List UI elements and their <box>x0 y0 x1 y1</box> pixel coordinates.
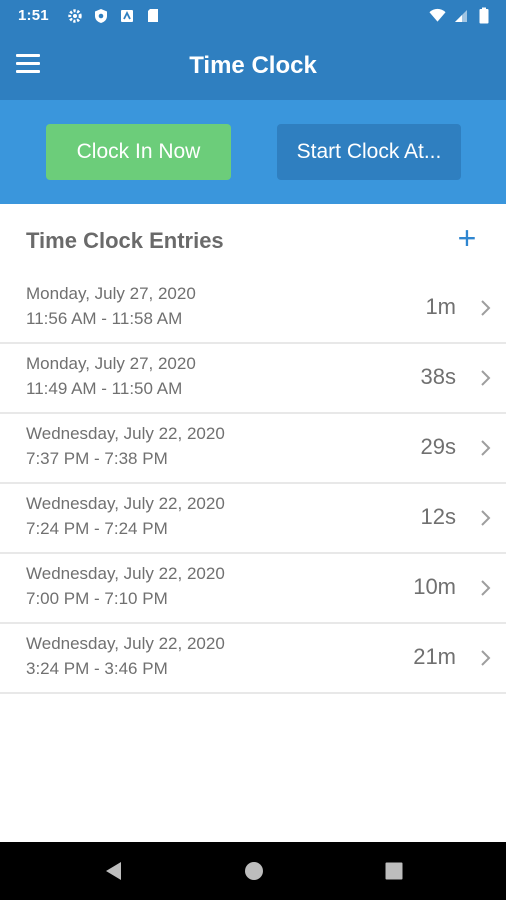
home-icon[interactable] <box>242 860 266 882</box>
chevron-right-icon <box>481 300 491 316</box>
signal-icon <box>452 7 469 24</box>
list-item[interactable]: Wednesday, July 22, 2020 7:24 PM - 7:24 … <box>0 484 506 554</box>
entry-time-range: 7:24 PM - 7:24 PM <box>26 519 168 538</box>
entry-duration: 21m <box>413 644 456 669</box>
chevron-right-icon <box>481 510 491 526</box>
chevron-right-icon <box>481 370 491 386</box>
entry-duration: 12s <box>420 504 456 529</box>
notification-icon <box>118 7 135 24</box>
action-band: Clock In Now Start Clock At... <box>0 100 506 204</box>
sd-card-icon <box>144 7 161 24</box>
entry-list: Monday, July 27, 2020 11:56 AM - 11:58 A… <box>0 274 506 694</box>
entries-section-title: Time Clock Entries <box>26 228 224 253</box>
entry-time-range: 11:49 AM - 11:50 AM <box>26 379 183 398</box>
entry-time-range: 11:56 AM - 11:58 AM <box>26 309 183 328</box>
start-clock-at-button[interactable]: Start Clock At... <box>277 124 461 180</box>
entry-duration: 38s <box>420 364 456 389</box>
recent-apps-icon[interactable] <box>382 860 406 882</box>
chevron-right-icon <box>481 440 491 456</box>
clock-in-now-button[interactable]: Clock In Now <box>46 124 231 180</box>
status-icons-right <box>429 7 492 24</box>
chevron-right-icon <box>481 580 491 596</box>
battery-icon <box>475 7 492 24</box>
status-icons-left <box>66 7 161 24</box>
shield-icon <box>92 7 109 24</box>
add-entry-button[interactable]: + <box>454 222 480 254</box>
chevron-right-icon <box>481 650 491 666</box>
gear-icon <box>66 7 83 24</box>
entry-duration: 29s <box>420 434 456 459</box>
entry-duration: 1m <box>425 294 456 319</box>
entry-date: Wednesday, July 22, 2020 <box>26 424 225 443</box>
entry-time-range: 7:00 PM - 7:10 PM <box>26 589 168 608</box>
status-time: 1:51 <box>18 7 49 24</box>
entry-time-range: 3:24 PM - 3:46 PM <box>26 659 168 678</box>
entry-date: Monday, July 27, 2020 <box>26 354 196 373</box>
entry-date: Wednesday, July 22, 2020 <box>26 564 225 583</box>
back-icon[interactable] <box>102 860 126 882</box>
entry-duration: 10m <box>413 574 456 599</box>
entry-date: Wednesday, July 22, 2020 <box>26 634 225 653</box>
entry-date: Wednesday, July 22, 2020 <box>26 494 225 513</box>
entry-date: Monday, July 27, 2020 <box>26 284 196 303</box>
list-item[interactable]: Wednesday, July 22, 2020 3:24 PM - 3:46 … <box>0 624 506 694</box>
page-title: Time Clock <box>189 52 317 79</box>
app-bar: Time Clock <box>0 32 506 100</box>
entries-header: Time Clock Entries + <box>0 204 506 274</box>
list-item[interactable]: Wednesday, July 22, 2020 7:37 PM - 7:38 … <box>0 414 506 484</box>
list-item[interactable]: Monday, July 27, 2020 11:56 AM - 11:58 A… <box>0 274 506 344</box>
wifi-icon <box>429 7 446 24</box>
list-item[interactable]: Monday, July 27, 2020 11:49 AM - 11:50 A… <box>0 344 506 414</box>
list-item[interactable]: Wednesday, July 22, 2020 7:00 PM - 7:10 … <box>0 554 506 624</box>
status-bar: 1:51 <box>0 0 506 32</box>
entry-time-range: 7:37 PM - 7:38 PM <box>26 449 168 468</box>
system-nav-bar <box>0 842 506 900</box>
